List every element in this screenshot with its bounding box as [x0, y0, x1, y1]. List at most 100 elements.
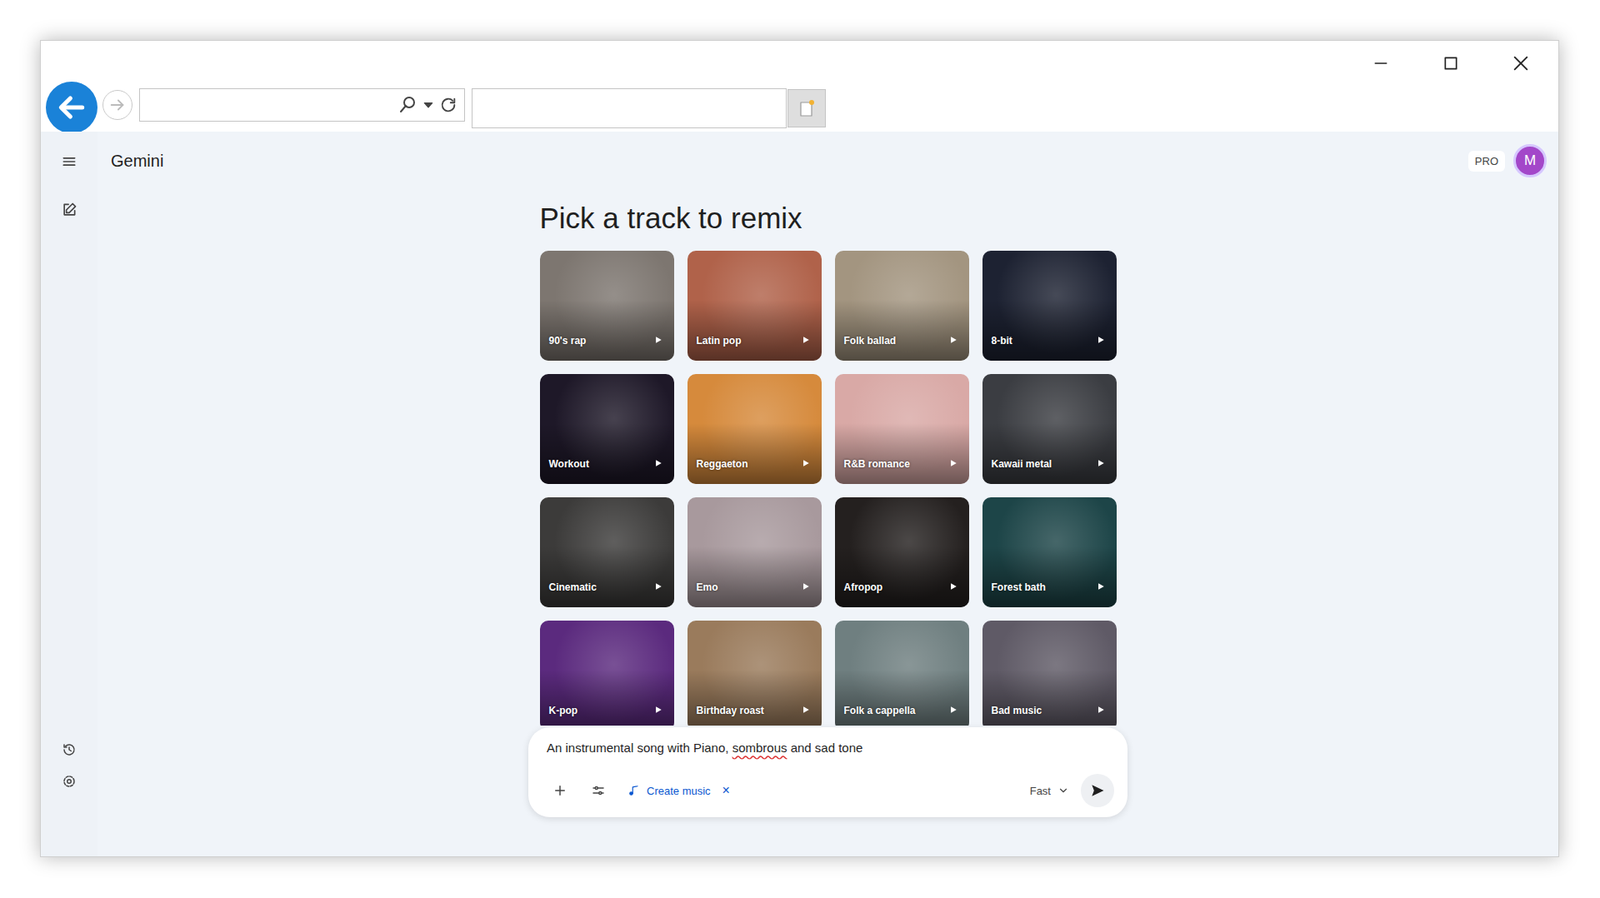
- play-icon[interactable]: [801, 582, 810, 591]
- play-icon[interactable]: [1096, 705, 1105, 715]
- card-shade: [835, 423, 970, 485]
- misspelled-word[interactable]: sombrous: [732, 740, 788, 755]
- card-shade: [835, 300, 970, 361]
- track-card[interactable]: Folk a cappella: [835, 620, 970, 726]
- track-picker: Pick a track to remix90's rapLatin popFo…: [97, 190, 1559, 726]
- gemini-app: Gemini PROM Pick a track to remix 90's rap L…: [40, 131, 1559, 857]
- back-arrow-icon: [55, 91, 88, 124]
- track-label: Forest bath: [991, 581, 1046, 594]
- track-card[interactable]: Latin pop: [687, 250, 822, 361]
- sidebar: [40, 131, 98, 857]
- track-label: Cinematic: [549, 581, 597, 594]
- play-icon[interactable]: [1096, 335, 1105, 345]
- minimize-icon: [1372, 55, 1390, 72]
- track-card[interactable]: Birthday roast: [687, 620, 822, 726]
- track-card[interactable]: Forest bath: [982, 497, 1117, 608]
- play-icon[interactable]: [949, 705, 958, 715]
- app-title[interactable]: Gemini: [110, 151, 164, 171]
- maximize-button[interactable]: [1441, 54, 1460, 73]
- track-card[interactable]: R&B romance: [835, 374, 970, 485]
- chevron-down-icon: [1057, 785, 1070, 797]
- plus-icon: [552, 783, 568, 799]
- forward-button[interactable]: [102, 90, 133, 120]
- card-shade: [982, 546, 1117, 608]
- card-shade: [687, 546, 822, 608]
- chip-remove-button[interactable]: ×: [722, 783, 730, 799]
- prompt-toolbar: Create music× Fast: [546, 774, 1115, 808]
- play-icon[interactable]: [949, 459, 958, 468]
- minimize-button[interactable]: [1371, 54, 1390, 73]
- track-label: Workout: [549, 458, 590, 470]
- track-label: K-pop: [549, 705, 579, 717]
- window-controls: [40, 40, 1559, 78]
- card-shade: [540, 300, 675, 361]
- prompt-input[interactable]: An instrumental song with Piano, sombrou…: [546, 740, 1115, 755]
- play-icon[interactable]: [654, 335, 663, 345]
- send-button[interactable]: [1080, 774, 1115, 808]
- play-icon[interactable]: [654, 459, 663, 468]
- track-card[interactable]: Folk ballad: [835, 250, 970, 361]
- page-heading: Pick a track to remix: [540, 200, 1117, 237]
- track-card[interactable]: 90's rap: [540, 250, 675, 361]
- edit-icon: [60, 201, 78, 219]
- send-icon: [1089, 782, 1106, 800]
- track-card[interactable]: Workout: [540, 374, 675, 485]
- search-box[interactable]: [471, 88, 787, 129]
- search-icon: [397, 95, 418, 115]
- track-card[interactable]: Emo: [687, 497, 822, 608]
- address-bar[interactable]: [139, 88, 465, 122]
- track-card[interactable]: Bad music: [982, 620, 1117, 726]
- track-card[interactable]: Afropop: [835, 497, 970, 608]
- track-card[interactable]: Reggaeton: [687, 374, 822, 485]
- menu-button[interactable]: [59, 151, 80, 172]
- track-label: 8-bit: [991, 335, 1013, 347]
- track-card[interactable]: Cinematic: [540, 497, 675, 608]
- account-avatar[interactable]: M: [1513, 144, 1547, 178]
- mode-selector[interactable]: Fast: [1030, 785, 1070, 798]
- new-tab-button[interactable]: [787, 89, 826, 128]
- close-icon: [1511, 54, 1530, 73]
- play-icon[interactable]: [1096, 582, 1105, 591]
- card-shade: [687, 300, 822, 361]
- play-icon[interactable]: [1096, 459, 1105, 468]
- music-note-icon: [628, 785, 640, 797]
- app-header: Gemini PROM: [97, 131, 1559, 190]
- card-shade: [835, 670, 970, 726]
- new-chat-button[interactable]: [59, 200, 80, 220]
- track-label: Folk a cappella: [844, 705, 916, 717]
- title-bar: [40, 40, 1559, 132]
- settings-button[interactable]: [59, 771, 80, 792]
- track-label: Reggaeton: [696, 458, 749, 470]
- add-button[interactable]: [546, 777, 574, 805]
- gear-icon: [61, 774, 77, 790]
- track-label: Birthday roast: [696, 705, 765, 717]
- card-shade: [687, 670, 822, 726]
- play-icon[interactable]: [654, 705, 663, 715]
- refresh-icon: [439, 95, 458, 115]
- forward-arrow-icon: [108, 95, 127, 115]
- play-icon[interactable]: [949, 335, 958, 345]
- prompt-box[interactable]: An instrumental song with Piano, sombrou…: [528, 727, 1128, 818]
- track-label: Afropop: [844, 581, 884, 594]
- play-icon[interactable]: [949, 582, 958, 591]
- tools-button[interactable]: [585, 777, 612, 805]
- prompt-area: An instrumental song with Piano, sombrou…: [97, 725, 1559, 857]
- track-label: 90's rap: [549, 335, 587, 347]
- play-icon[interactable]: [801, 705, 810, 715]
- activity-button[interactable]: [59, 740, 80, 760]
- menu-icon: [60, 153, 78, 170]
- track-card[interactable]: K-pop: [540, 620, 675, 726]
- track-label: Bad music: [991, 705, 1043, 717]
- track-grid: 90's rap Latin popFolk ballad 8-bit Workout…: [540, 250, 1117, 726]
- dropdown-icon: [422, 99, 435, 111]
- play-icon[interactable]: [801, 459, 810, 468]
- play-icon[interactable]: [801, 335, 810, 345]
- back-button[interactable]: [45, 81, 98, 134]
- track-card[interactable]: Kawaii metal: [982, 374, 1117, 485]
- create-music-chip[interactable]: Create music×: [623, 780, 735, 802]
- play-icon[interactable]: [654, 582, 663, 591]
- close-button[interactable]: [1511, 54, 1530, 73]
- account-area: PROM: [1468, 144, 1547, 178]
- track-card[interactable]: 8-bit: [982, 250, 1117, 361]
- card-shade: [540, 423, 675, 485]
